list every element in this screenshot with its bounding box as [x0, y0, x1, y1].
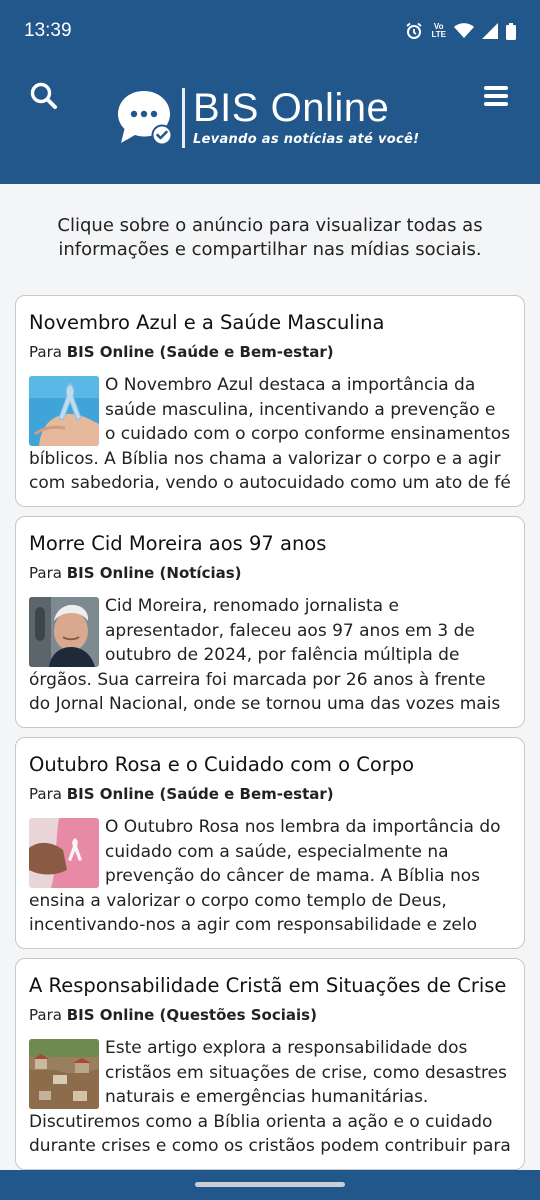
article-excerpt: O Outubro Rosa nos lembra da importância…	[29, 817, 501, 935]
meta-prefix: Para	[29, 564, 62, 582]
meta-prefix: Para	[29, 785, 62, 803]
status-icons: Vo LTE	[405, 22, 516, 40]
article-card[interactable]: Novembro Azul e a Saúde Masculina Para B…	[15, 295, 525, 507]
status-time: 13:39	[24, 20, 72, 41]
article-excerpt: Este artigo explora a responsabilidade d…	[29, 1038, 511, 1156]
article-body: Este artigo explora a responsabilidade d…	[29, 1036, 511, 1159]
system-nav-bar	[0, 1170, 540, 1200]
meta-prefix: Para	[29, 343, 62, 361]
article-card[interactable]: A Responsabilidade Cristã em Situações d…	[15, 958, 525, 1170]
article-excerpt: O Novembro Azul destaca a importância da…	[29, 375, 511, 493]
brand-tagline: Levando as notícias até você!	[193, 132, 420, 147]
intro-text: Clique sobre o anúncio para visualizar t…	[57, 215, 483, 260]
portrait-image	[29, 597, 99, 667]
article-meta: Para BIS Online (Saúde e Bem-estar)	[29, 342, 511, 362]
article-source: BIS Online (Questões Sociais)	[66, 1006, 317, 1024]
status-bar: 13:39 Vo LTE	[0, 0, 540, 62]
alarm-icon	[405, 22, 423, 40]
volte-icon: Vo LTE	[431, 23, 446, 39]
blue-ribbon-image	[29, 376, 99, 446]
article-excerpt: Cid Moreira, renomado jornalista e apres…	[29, 596, 501, 714]
flood-image	[29, 1039, 99, 1109]
article-meta: Para BIS Online (Questões Sociais)	[29, 1005, 511, 1025]
article-meta: Para BIS Online (Saúde e Bem-estar)	[29, 784, 511, 804]
app-header: BIS Online Levando as notícias até você!	[0, 62, 540, 184]
article-body: Cid Moreira, renomado jornalista e apres…	[29, 594, 511, 717]
article-body: O Outubro Rosa nos lembra da importância…	[29, 815, 511, 938]
article-body: O Novembro Azul destaca a importância da…	[29, 373, 511, 496]
article-title: A Responsabilidade Cristã em Situações d…	[29, 974, 507, 997]
home-indicator[interactable]	[195, 1182, 345, 1187]
pink-ribbon-image	[29, 818, 99, 888]
battery-icon	[506, 22, 516, 40]
article-feed: Novembro Azul e a Saúde Masculina Para B…	[15, 295, 525, 1179]
chat-logo-icon	[116, 87, 174, 149]
article-source: BIS Online (Notícias)	[66, 564, 242, 582]
brand-text: BIS Online Levando as notícias até você!	[193, 88, 419, 148]
article-card[interactable]: Morre Cid Moreira aos 97 anos Para BIS O…	[15, 516, 525, 728]
article-meta: Para BIS Online (Notícias)	[29, 563, 511, 583]
wifi-icon	[454, 23, 474, 39]
menu-button[interactable]	[478, 78, 514, 114]
article-card[interactable]: Outubro Rosa e o Cuidado com o Corpo Par…	[15, 737, 525, 949]
article-title: Outubro Rosa e o Cuidado com o Corpo	[29, 753, 415, 776]
search-button[interactable]	[26, 78, 62, 114]
brand[interactable]: BIS Online Levando as notícias até você!	[116, 87, 419, 149]
brand-separator	[182, 88, 185, 148]
signal-icon	[482, 23, 498, 39]
article-source: BIS Online (Saúde e Bem-estar)	[66, 343, 334, 361]
brand-name: BIS Online	[193, 86, 390, 130]
article-title: Morre Cid Moreira aos 97 anos	[29, 532, 327, 555]
search-icon	[30, 82, 57, 109]
article-source: BIS Online (Saúde e Bem-estar)	[66, 785, 334, 803]
meta-prefix: Para	[29, 1006, 62, 1024]
volte-bottom: LTE	[431, 30, 446, 39]
article-title: Novembro Azul e a Saúde Masculina	[29, 311, 385, 334]
menu-icon	[484, 86, 508, 106]
